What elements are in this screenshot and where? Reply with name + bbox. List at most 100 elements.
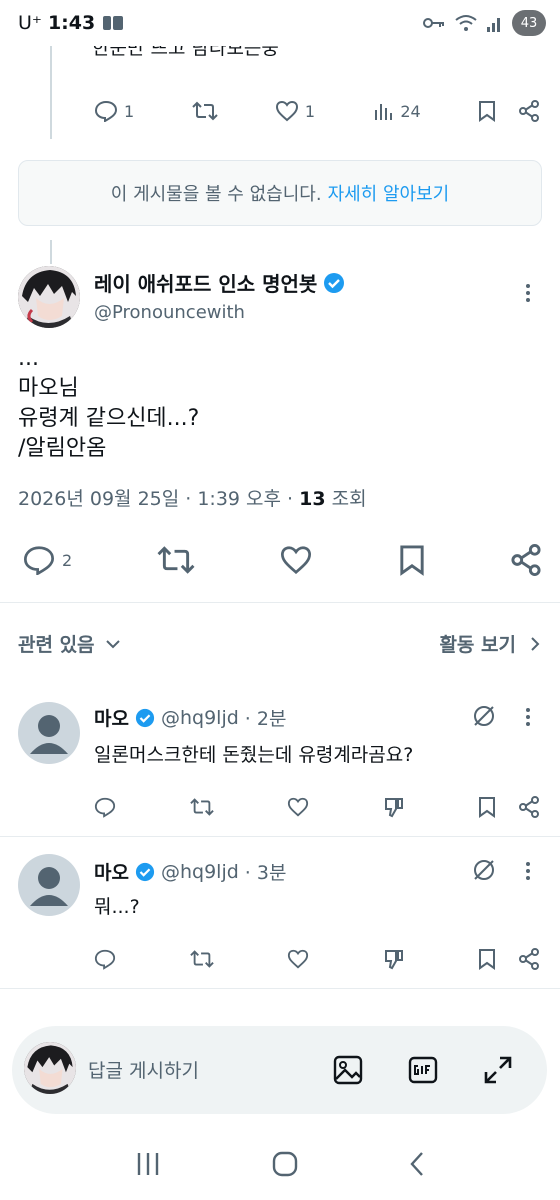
share-icon[interactable] bbox=[518, 796, 540, 818]
repost-icon bbox=[191, 101, 218, 121]
post-line: 마오님 bbox=[18, 376, 79, 401]
bookmark-button[interactable] bbox=[398, 544, 426, 576]
bookmark-icon[interactable] bbox=[478, 796, 496, 818]
expand-icon[interactable] bbox=[482, 1054, 514, 1086]
battery-icon: 43 bbox=[512, 10, 546, 36]
reply-button[interactable]: 1 bbox=[94, 100, 134, 122]
reply-compose-bar[interactable]: 답글 게시하기 bbox=[12, 1026, 547, 1114]
post-line: ... bbox=[18, 346, 39, 371]
reply-icon[interactable] bbox=[94, 948, 116, 970]
post-meta: 2026년 09월 25일 · 1:39 오후 · 13 조회 bbox=[18, 484, 367, 511]
reply-icon bbox=[23, 546, 55, 575]
post-actions: 2 bbox=[22, 538, 542, 582]
chevron-right-icon bbox=[531, 636, 540, 651]
activity-label: 활동 보기 bbox=[439, 634, 516, 656]
more-options-icon[interactable] bbox=[518, 284, 538, 302]
my-avatar bbox=[24, 1042, 76, 1094]
reply-time: · 2분 bbox=[244, 708, 287, 730]
views-icon bbox=[375, 104, 393, 120]
share-button[interactable] bbox=[510, 544, 542, 576]
reply-author-name: 마오 bbox=[94, 708, 129, 730]
home-icon[interactable] bbox=[271, 1150, 299, 1178]
reply-actions bbox=[94, 794, 540, 820]
recent-apps-icon[interactable] bbox=[134, 1151, 162, 1177]
like-button[interactable] bbox=[279, 545, 313, 575]
post-body: ... 마오님 유령계 같으신데...? /알림안옴 bbox=[18, 344, 199, 464]
like-count: 1 bbox=[304, 101, 315, 121]
signal-icon bbox=[486, 13, 504, 33]
post-line: /알림안옴 bbox=[18, 436, 107, 461]
status-right: 43 bbox=[422, 10, 546, 36]
bookmark-icon bbox=[399, 545, 424, 576]
gif-icon[interactable] bbox=[407, 1054, 439, 1086]
author-handle[interactable]: @Pronouncewith bbox=[94, 302, 245, 323]
view-activity-link[interactable]: 활동 보기 bbox=[439, 630, 540, 657]
key-icon bbox=[422, 13, 446, 33]
reply-author-name: 마오 bbox=[94, 862, 129, 884]
status-bar: U⁺ 1:43 43 bbox=[0, 0, 560, 46]
author-avatar[interactable] bbox=[18, 266, 80, 328]
downvote-icon[interactable] bbox=[383, 948, 405, 970]
reply-icon[interactable] bbox=[94, 796, 116, 818]
more-options-icon[interactable] bbox=[518, 708, 538, 726]
repost-button[interactable] bbox=[191, 100, 218, 122]
unavailable-post-notice: 이 게시물을 볼 수 없습니다. 자세히 알아보기 bbox=[18, 160, 542, 226]
post-date: 2026년 09월 25일 · 1:39 오후 · bbox=[18, 488, 300, 510]
back-icon[interactable] bbox=[408, 1150, 426, 1178]
bookmark-icon[interactable] bbox=[478, 100, 496, 122]
reply-count: 1 bbox=[124, 101, 135, 121]
image-icon[interactable] bbox=[332, 1054, 364, 1086]
learn-more-link[interactable]: 자세히 알아보기 bbox=[328, 180, 450, 206]
thread-line bbox=[50, 44, 52, 139]
bookmark-icon[interactable] bbox=[478, 948, 496, 970]
related-sort-dropdown[interactable]: 관련 있음 bbox=[18, 630, 121, 657]
reply-extra bbox=[478, 796, 540, 818]
downvote-icon[interactable] bbox=[383, 796, 405, 818]
system-nav-bar bbox=[0, 1128, 560, 1200]
wifi-icon bbox=[454, 13, 478, 33]
reply-button[interactable]: 2 bbox=[22, 545, 72, 575]
reply-avatar[interactable] bbox=[18, 702, 80, 764]
compose-input[interactable]: 답글 게시하기 bbox=[88, 1056, 199, 1083]
share-icon bbox=[511, 544, 541, 576]
reply-count: 2 bbox=[62, 550, 73, 570]
heart-icon[interactable] bbox=[287, 948, 309, 970]
repost-icon[interactable] bbox=[189, 948, 214, 970]
like-button[interactable]: 1 bbox=[275, 100, 315, 122]
unavailable-text: 이 게시물을 볼 수 없습니다. bbox=[110, 184, 322, 205]
author-name: 레이 애쉬포드 인소 명언봇 bbox=[94, 272, 318, 296]
reply-handle: @hq9ljd bbox=[160, 706, 239, 729]
divider bbox=[0, 602, 560, 603]
author-name-row[interactable]: 레이 애쉬포드 인소 명언봇 bbox=[94, 268, 345, 297]
post-line: 유령계 같으신데...? bbox=[18, 406, 200, 431]
share-icon[interactable] bbox=[518, 948, 540, 970]
reply-text: 일론머스크한테 돈줬는데 유령계라곰요? bbox=[94, 744, 414, 766]
chevron-down-icon bbox=[105, 639, 120, 648]
status-left: U⁺ 1:43 bbox=[18, 12, 125, 34]
reply-actions bbox=[94, 946, 540, 972]
reply-text: 뭐...? bbox=[94, 896, 140, 918]
heart-icon bbox=[275, 100, 298, 122]
views-count: 24 bbox=[400, 101, 421, 121]
top-reply-extra bbox=[478, 100, 540, 122]
reply-avatar[interactable] bbox=[18, 854, 80, 916]
grok-icon[interactable] bbox=[472, 858, 496, 882]
share-icon[interactable] bbox=[518, 100, 540, 122]
carrier-label: U⁺ bbox=[18, 12, 42, 34]
divider bbox=[0, 836, 560, 837]
reply-extra bbox=[478, 948, 540, 970]
thread-line bbox=[50, 240, 52, 264]
view-label: 조회 bbox=[331, 488, 367, 510]
divider bbox=[0, 988, 560, 989]
view-count[interactable]: 13 bbox=[299, 488, 325, 510]
repost-button[interactable] bbox=[157, 544, 195, 576]
repost-icon bbox=[157, 546, 195, 574]
reply-header[interactable]: 마오 @hq9ljd · 2분 bbox=[94, 704, 286, 731]
grok-icon[interactable] bbox=[472, 704, 496, 728]
reply-header[interactable]: 마오 @hq9ljd · 3분 bbox=[94, 858, 286, 885]
verified-badge-icon bbox=[135, 862, 155, 881]
repost-icon[interactable] bbox=[189, 796, 214, 818]
heart-icon[interactable] bbox=[287, 796, 309, 818]
more-options-icon[interactable] bbox=[518, 862, 538, 880]
views-button[interactable]: 24 bbox=[372, 100, 421, 122]
